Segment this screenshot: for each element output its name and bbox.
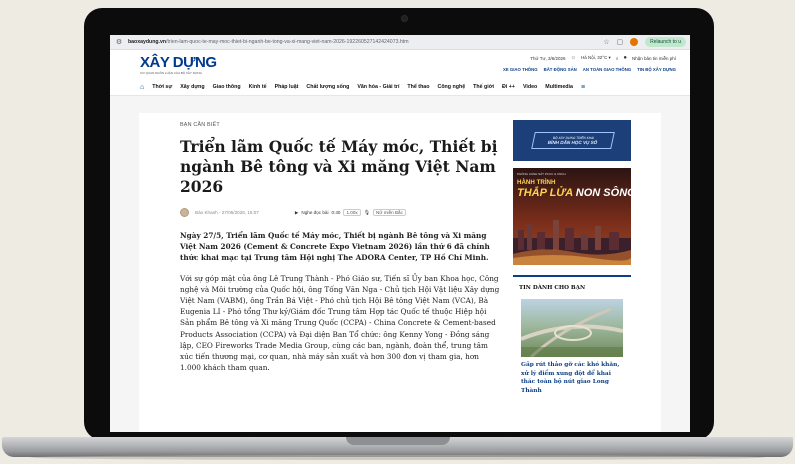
- nav-item[interactable]: Chất lượng sống: [306, 84, 349, 90]
- site-logo[interactable]: XÂY DỰNG: [140, 54, 217, 71]
- recommend-thumbnail[interactable]: [521, 299, 623, 357]
- nav-item[interactable]: Thế giới: [473, 84, 494, 90]
- author-time: Bảo Khanh - 27/05/2026, 15:07: [195, 210, 259, 215]
- nav-item[interactable]: Multimedia: [545, 84, 573, 90]
- recommend-box-title: TIN DÀNH CHO BẠN: [519, 285, 586, 291]
- extensions-icon[interactable]: ▢: [617, 38, 624, 46]
- highway-interchange-image: [521, 307, 623, 357]
- article-category[interactable]: BẠN CẦN BIẾT: [180, 122, 500, 128]
- profile-icon[interactable]: [630, 38, 639, 46]
- author-avatar: [180, 208, 189, 217]
- promo-title-2b: NON SÔNG: [572, 187, 631, 199]
- tune-icon[interactable]: ⚙: [114, 37, 124, 47]
- header-link[interactable]: AN TOÀN GIAO THÔNG: [583, 67, 631, 72]
- article: BẠN CẦN BIẾT Triển lãm Quốc tế Máy móc, …: [180, 122, 500, 373]
- city-skyline-image: [513, 220, 631, 265]
- laptop-notch: [346, 437, 450, 445]
- promo-small-text: PHÒNG CẢNH SÁT PCCC & CNCH: [517, 172, 566, 176]
- nav-item[interactable]: Kinh tế: [249, 84, 267, 90]
- laptop-shadow: [30, 455, 765, 460]
- article-lead: Ngày 27/5, Triển lãm Quốc tế Máy móc, Th…: [180, 231, 490, 263]
- header-links: XE GIAO THÔNG BẤT ĐỘNG SẢN AN TOÀN GIAO …: [503, 67, 676, 72]
- article-paragraph: Với sự góp mặt của ông Lê Trung Thành - …: [180, 273, 500, 373]
- site-logo-subtitle: CƠ QUAN NGÔN LUẬN CỦA BỘ XÂY DỰNG: [140, 71, 202, 75]
- main-nav: ⌂ Thời sự Xây dựng Giao thông Kinh tế Ph…: [110, 79, 690, 96]
- star-icon[interactable]: ☆: [603, 38, 609, 46]
- nav-item[interactable]: Video: [523, 84, 537, 90]
- hamburger-icon[interactable]: ≡: [581, 84, 585, 91]
- voice-select[interactable]: Nữ miền Bắc: [373, 209, 406, 216]
- laptop-screen: ⚙ baoxaydung.vn/trien-lam-quoc-te-may-mo…: [110, 35, 690, 432]
- promo-title-1: HÀNH TRÌNH: [517, 179, 556, 186]
- nav-item[interactable]: Xây dựng: [180, 84, 204, 90]
- banner-ad[interactable]: BỘ XÂY DỰNG TRIỂN KHAI BÌNH DÂN HỌC VỤ S…: [513, 120, 631, 161]
- promo-title-2a: THẮP LỬA: [517, 187, 573, 199]
- nav-item[interactable]: Văn hóa - Giải trí: [357, 84, 399, 90]
- header-link[interactable]: BẤT ĐỘNG SẢN: [544, 67, 577, 72]
- header-link[interactable]: XE GIAO THÔNG: [503, 67, 538, 72]
- header-date: Thứ Tư, 3/6/2026: [530, 55, 566, 61]
- url-host: baoxaydung.vn: [128, 39, 167, 45]
- recommend-link[interactable]: Gấp rút thảo gỡ các khó khăn, xử lý điểm…: [521, 361, 623, 395]
- nav-item[interactable]: Đi ++: [502, 84, 515, 90]
- mic-icon: 🎙: [363, 209, 371, 216]
- speed-select[interactable]: 1.00x: [343, 209, 361, 216]
- promo-title-2: THẮP LỬA NON SÔNG: [517, 187, 631, 199]
- nav-item[interactable]: Thời sự: [152, 84, 172, 90]
- browser-address-bar[interactable]: ⚙ baoxaydung.vn/trien-lam-quoc-te-may-mo…: [110, 35, 690, 50]
- play-icon[interactable]: ▶: [295, 210, 299, 216]
- article-meta: Bảo Khanh - 27/05/2026, 15:07 ▶ Nghe đọc…: [180, 208, 500, 217]
- home-icon[interactable]: ⌂: [140, 84, 144, 91]
- sidebar: BỘ XÂY DỰNG TRIỂN KHAI BÌNH DÂN HỌC VỤ S…: [513, 120, 631, 395]
- banner-ad-line: BÌNH DÂN HỌC VỤ SỐ: [547, 140, 598, 145]
- newsletter-link[interactable]: Nhận bản tin miễn phí: [632, 56, 676, 61]
- audio-player: ▶ Nghe đọc bài 0:40 1.00x 🎙 Nữ miền Bắc: [295, 209, 406, 216]
- header-weather[interactable]: Hà Nội, 32°C ▾: [581, 55, 611, 61]
- promo-banner[interactable]: PHÒNG CẢNH SÁT PCCC & CNCH HÀNH TRÌNH TH…: [513, 168, 631, 265]
- content-area: BẠN CẦN BIẾT Triển lãm Quốc tế Máy móc, …: [139, 113, 661, 432]
- camera-dot: [401, 15, 408, 22]
- listen-time: 0:40: [331, 210, 341, 215]
- site-header: XÂY DỰNG CƠ QUAN NGÔN LUẬN CỦA BỘ XÂY DỰ…: [110, 50, 690, 79]
- header-link[interactable]: TIN BỘ XÂY DỰNG: [637, 67, 676, 72]
- sun-icon: ☼: [570, 55, 576, 61]
- nav-item[interactable]: Giao thông: [213, 84, 241, 90]
- search-icon[interactable]: ⌕: [616, 56, 619, 61]
- user-icon[interactable]: ●: [623, 55, 627, 61]
- nav-item[interactable]: Pháp luật: [275, 84, 299, 90]
- nav-item[interactable]: Thể thao: [407, 84, 429, 90]
- relaunch-button[interactable]: Relaunch to u: [645, 37, 686, 47]
- article-title: Triển lãm Quốc tế Máy móc, Thiết bị ngàn…: [180, 137, 498, 196]
- url-path: /trien-lam-quoc-te-may-moc-thiet-bi-ngan…: [166, 39, 409, 45]
- listen-label[interactable]: Nghe đọc bài: [301, 210, 328, 215]
- nav-item[interactable]: Công nghệ: [438, 84, 466, 90]
- recommend-box: TIN DÀNH CHO BẠN Gấp rút thảo gỡ các khó…: [513, 275, 631, 395]
- url-text[interactable]: baoxaydung.vn/trien-lam-quoc-te-may-moc-…: [128, 39, 603, 45]
